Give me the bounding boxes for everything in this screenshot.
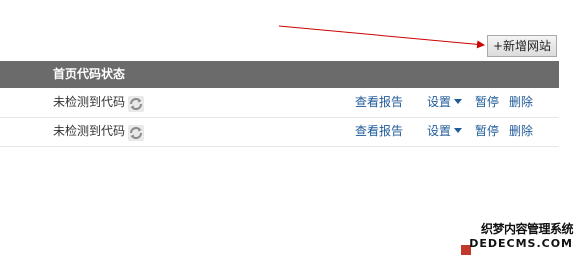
pause-link[interactable]: 暂停 [475, 117, 499, 146]
caret-down-icon [454, 99, 463, 104]
pause-link[interactable]: 暂停 [475, 88, 499, 117]
delete-link[interactable]: 删除 [509, 88, 533, 117]
watermark-line-2: DEDECMS.COM [469, 237, 573, 250]
refresh-icon[interactable] [128, 125, 144, 141]
refresh-icon[interactable] [128, 96, 144, 112]
table-header: 首页代码状态 [0, 61, 559, 88]
view-report-link[interactable]: 查看报告 [355, 117, 403, 146]
watermark-line-1: 织梦内容管理系统 [480, 222, 574, 236]
caret-down-icon [454, 128, 463, 133]
code-status-text: 未检测到代码 [53, 124, 126, 138]
delete-link[interactable]: 删除 [509, 117, 533, 146]
settings-label: 设置 [427, 95, 452, 109]
view-report-link[interactable]: 查看报告 [355, 88, 403, 117]
table-row: 未检测到代码 查看报告 设置 暂停 删除 [0, 88, 559, 118]
settings-dropdown[interactable]: 设置 [427, 117, 463, 146]
settings-label: 设置 [427, 124, 452, 138]
code-status-text: 未检测到代码 [53, 95, 126, 109]
settings-dropdown[interactable]: 设置 [427, 88, 463, 117]
table-row: 未检测到代码 查看报告 设置 暂停 删除 [0, 117, 559, 147]
add-site-button[interactable]: +新增网站 [487, 35, 557, 57]
column-header-code-status: 首页代码状态 [53, 67, 126, 81]
watermark: 织梦内容管理系统 DEDECMS.COM [465, 221, 573, 255]
